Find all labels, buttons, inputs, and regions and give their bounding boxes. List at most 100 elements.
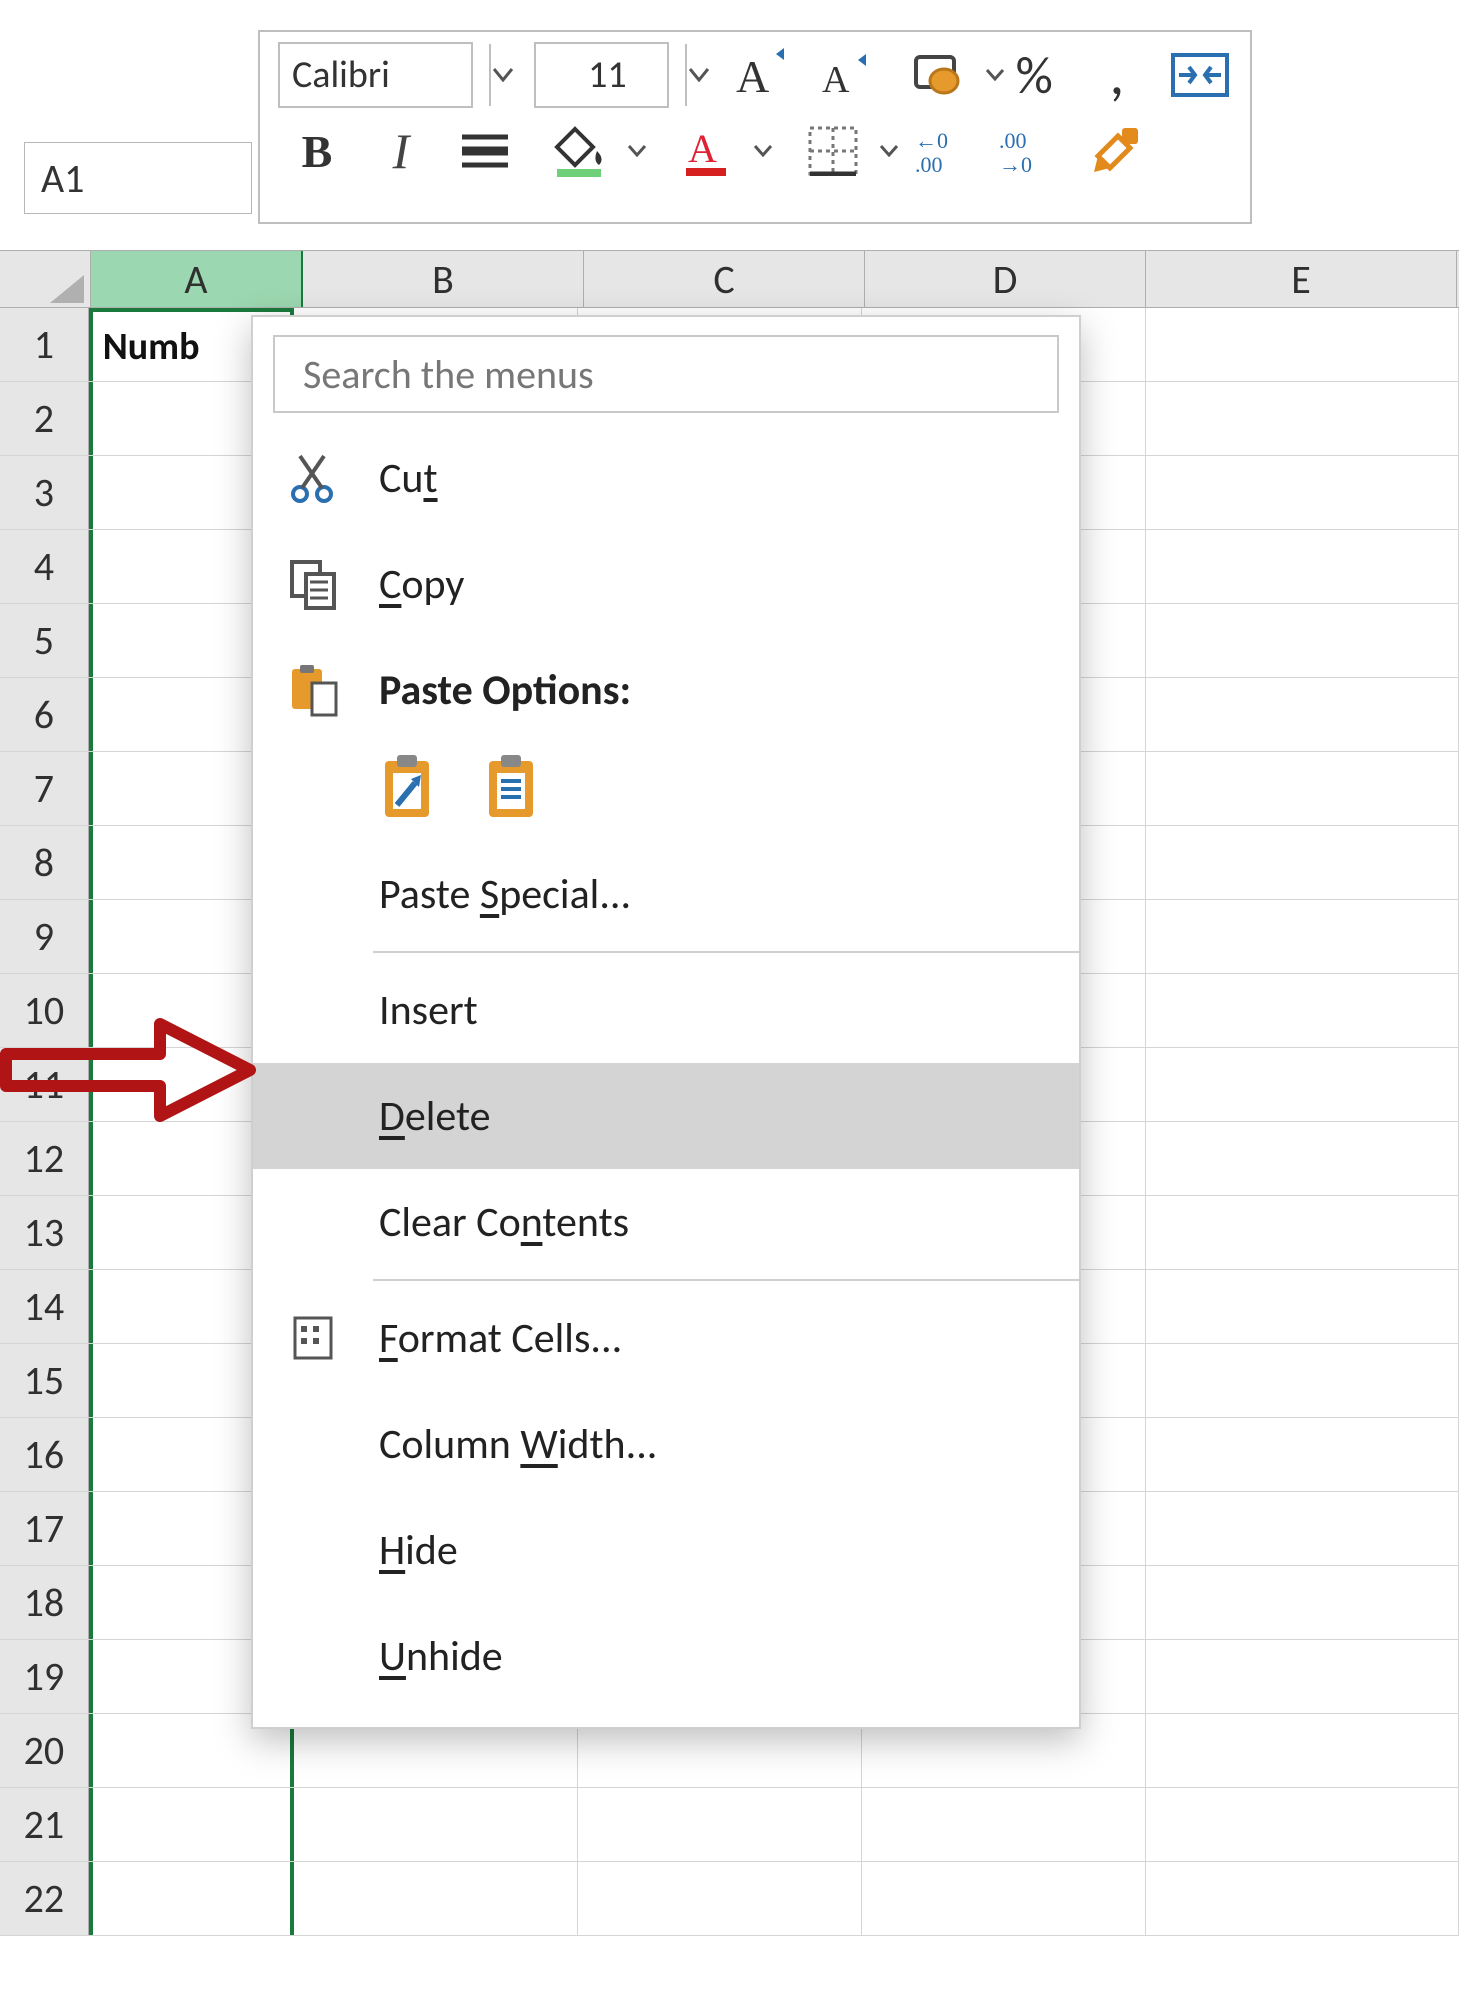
- decrease-decimal-icon[interactable]: .00 →0: [998, 120, 1064, 182]
- row-header[interactable]: 18: [0, 1566, 89, 1639]
- font-name-select[interactable]: Calibri: [278, 42, 473, 108]
- font-name-dropdown-icon[interactable]: [489, 44, 517, 106]
- paste-option-default-icon[interactable]: [379, 753, 443, 825]
- row-header[interactable]: 6: [0, 678, 89, 751]
- menu-label: Column Width...: [379, 1419, 1079, 1470]
- row-header[interactable]: 10: [0, 974, 89, 1047]
- row-header[interactable]: 7: [0, 752, 89, 825]
- row-header[interactable]: 1: [0, 308, 89, 381]
- cell-B22[interactable]: [294, 1862, 578, 1935]
- column-header-e[interactable]: E: [1146, 251, 1457, 307]
- cell-E4[interactable]: [1146, 530, 1459, 603]
- fill-color-icon[interactable]: [536, 120, 626, 182]
- increase-font-icon[interactable]: A: [730, 44, 795, 106]
- menu-label: Insert: [379, 985, 1079, 1036]
- font-color-icon[interactable]: A: [662, 120, 752, 182]
- menu-item-delete[interactable]: Delete: [253, 1063, 1079, 1169]
- decrease-font-icon[interactable]: A: [813, 44, 878, 106]
- cell-E12[interactable]: [1146, 1122, 1459, 1195]
- row-header[interactable]: 12: [0, 1122, 89, 1195]
- cell-D22[interactable]: [862, 1862, 1146, 1935]
- cell-D21[interactable]: [862, 1788, 1146, 1861]
- font-size-value: 11: [588, 52, 627, 98]
- column-header-a[interactable]: A: [91, 251, 303, 307]
- row-header[interactable]: 17: [0, 1492, 89, 1565]
- row-header[interactable]: 8: [0, 826, 89, 899]
- cell-C21[interactable]: [578, 1788, 862, 1861]
- menu-item-insert[interactable]: Insert: [253, 957, 1079, 1063]
- name-box[interactable]: A1: [24, 142, 252, 214]
- table-row: 21: [0, 1788, 1459, 1862]
- svg-text:.00: .00: [999, 128, 1027, 153]
- menu-item-format-cells[interactable]: Format Cells...: [253, 1285, 1079, 1391]
- cell-E18[interactable]: [1146, 1566, 1459, 1639]
- cell-C22[interactable]: [578, 1862, 862, 1935]
- cell-B21[interactable]: [294, 1788, 578, 1861]
- column-header-d[interactable]: D: [865, 251, 1146, 307]
- row-header[interactable]: 13: [0, 1196, 89, 1269]
- cell-E7[interactable]: [1146, 752, 1459, 825]
- row-header[interactable]: 11: [0, 1048, 89, 1121]
- cell-A21[interactable]: [89, 1788, 294, 1861]
- column-header-b[interactable]: B: [303, 251, 584, 307]
- cell-E20[interactable]: [1146, 1714, 1459, 1787]
- cell-E1[interactable]: [1146, 308, 1459, 381]
- cell-E17[interactable]: [1146, 1492, 1459, 1565]
- row-header[interactable]: 2: [0, 382, 89, 455]
- bold-button[interactable]: B: [284, 120, 350, 182]
- row-header[interactable]: 5: [0, 604, 89, 677]
- select-all-corner[interactable]: [0, 251, 91, 307]
- align-icon[interactable]: [452, 120, 518, 182]
- row-header[interactable]: 20: [0, 1714, 89, 1787]
- menu-item-hide[interactable]: Hide: [253, 1497, 1079, 1603]
- cell-E3[interactable]: [1146, 456, 1459, 529]
- cell-E13[interactable]: [1146, 1196, 1459, 1269]
- menu-item-copy[interactable]: Copy: [253, 531, 1079, 637]
- row-header[interactable]: 14: [0, 1270, 89, 1343]
- row-header[interactable]: 22: [0, 1862, 89, 1935]
- menu-item-column-width[interactable]: Column Width...: [253, 1391, 1079, 1497]
- row-header[interactable]: 3: [0, 456, 89, 529]
- cell-E11[interactable]: [1146, 1048, 1459, 1121]
- cell-E15[interactable]: [1146, 1344, 1459, 1417]
- menu-item-unhide[interactable]: Unhide: [253, 1603, 1079, 1709]
- cell-E9[interactable]: [1146, 900, 1459, 973]
- row-header[interactable]: 15: [0, 1344, 89, 1417]
- menu-item-paste-special[interactable]: Paste Special...: [253, 841, 1079, 947]
- merge-center-icon[interactable]: [1167, 44, 1232, 106]
- cell-E22[interactable]: [1146, 1862, 1459, 1935]
- increase-decimal-icon[interactable]: ←0 .00: [914, 120, 980, 182]
- row-header[interactable]: 4: [0, 530, 89, 603]
- font-size-dropdown-icon[interactable]: [685, 44, 713, 106]
- cell-E8[interactable]: [1146, 826, 1459, 899]
- cell-E5[interactable]: [1146, 604, 1459, 677]
- menu-item-cut[interactable]: Cut: [253, 425, 1079, 531]
- context-menu: Search the menus Cut Copy: [251, 315, 1081, 1729]
- cell-E14[interactable]: [1146, 1270, 1459, 1343]
- menu-search-input[interactable]: Search the menus: [273, 335, 1059, 413]
- row-header[interactable]: 21: [0, 1788, 89, 1861]
- chevron-down-icon[interactable]: [754, 145, 772, 157]
- chevron-down-icon[interactable]: [628, 145, 646, 157]
- row-header[interactable]: 9: [0, 900, 89, 973]
- format-painter-icon[interactable]: [1082, 120, 1148, 182]
- borders-icon[interactable]: [788, 120, 878, 182]
- paste-option-values-icon[interactable]: [483, 753, 547, 825]
- menu-item-clear-contents[interactable]: Clear Contents: [253, 1169, 1079, 1275]
- cell-A22[interactable]: [89, 1862, 294, 1935]
- cell-E21[interactable]: [1146, 1788, 1459, 1861]
- cell-E16[interactable]: [1146, 1418, 1459, 1491]
- row-header[interactable]: 19: [0, 1640, 89, 1713]
- chevron-down-icon[interactable]: [880, 145, 898, 157]
- accounting-format-icon[interactable]: [896, 44, 984, 106]
- font-size-select[interactable]: 11: [534, 42, 668, 108]
- comma-format-icon[interactable]: ,: [1085, 44, 1150, 106]
- cell-E19[interactable]: [1146, 1640, 1459, 1713]
- italic-button[interactable]: I: [368, 120, 434, 182]
- cell-E2[interactable]: [1146, 382, 1459, 455]
- column-header-c[interactable]: C: [584, 251, 865, 307]
- percent-format-icon[interactable]: %: [1002, 44, 1067, 106]
- cell-E6[interactable]: [1146, 678, 1459, 751]
- cell-E10[interactable]: [1146, 974, 1459, 1047]
- row-header[interactable]: 16: [0, 1418, 89, 1491]
